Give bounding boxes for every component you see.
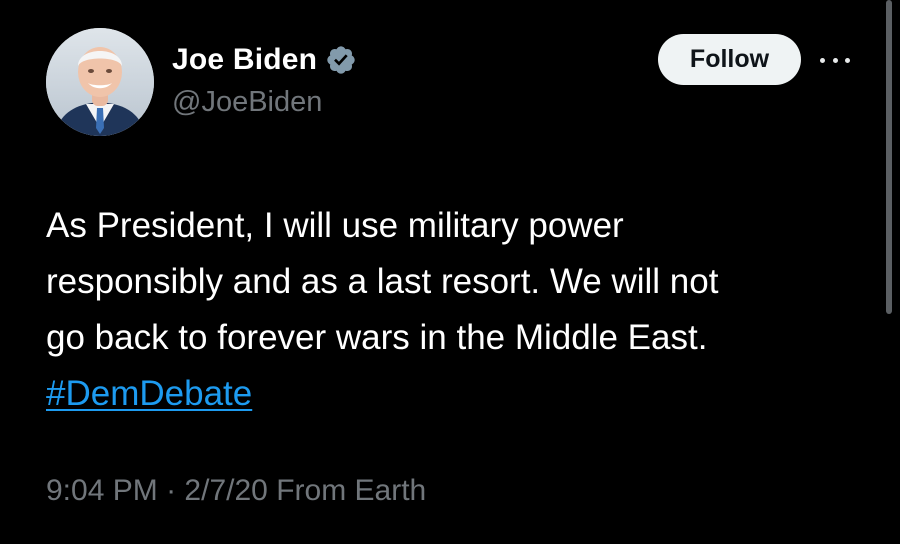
tweet-metadata: 9:04 PM · 2/7/20 From Earth	[46, 474, 426, 508]
tweet-text-line: go back to forever wars in the Middle Ea…	[46, 318, 708, 357]
tweet-text-line: As President, I will use military power	[46, 206, 624, 245]
tweet-date[interactable]: 2/7/20	[184, 474, 267, 507]
author-handle[interactable]: @JoeBiden	[172, 86, 322, 119]
tweet-source: From Earth	[276, 474, 427, 507]
tweet-text: As President, I will use military power …	[46, 198, 866, 422]
avatar-image	[46, 28, 154, 136]
meta-separator: ·	[166, 474, 177, 507]
scrollbar[interactable]	[886, 0, 892, 314]
author-name-row: Joe Biden	[172, 38, 357, 82]
more-dot	[832, 57, 838, 63]
more-dot	[820, 57, 825, 63]
more-options-icon[interactable]	[820, 48, 850, 72]
avatar[interactable]	[46, 28, 154, 136]
follow-button[interactable]: Follow	[658, 34, 801, 85]
more-dot	[845, 57, 850, 63]
tweet-text-line: responsibly and as a last resort. We wil…	[46, 262, 719, 301]
verified-badge-icon	[327, 46, 355, 74]
author-display-name[interactable]: Joe Biden	[172, 43, 317, 77]
tweet-time[interactable]: 9:04 PM	[46, 474, 158, 507]
hashtag-link[interactable]: #DemDebate	[46, 374, 252, 413]
